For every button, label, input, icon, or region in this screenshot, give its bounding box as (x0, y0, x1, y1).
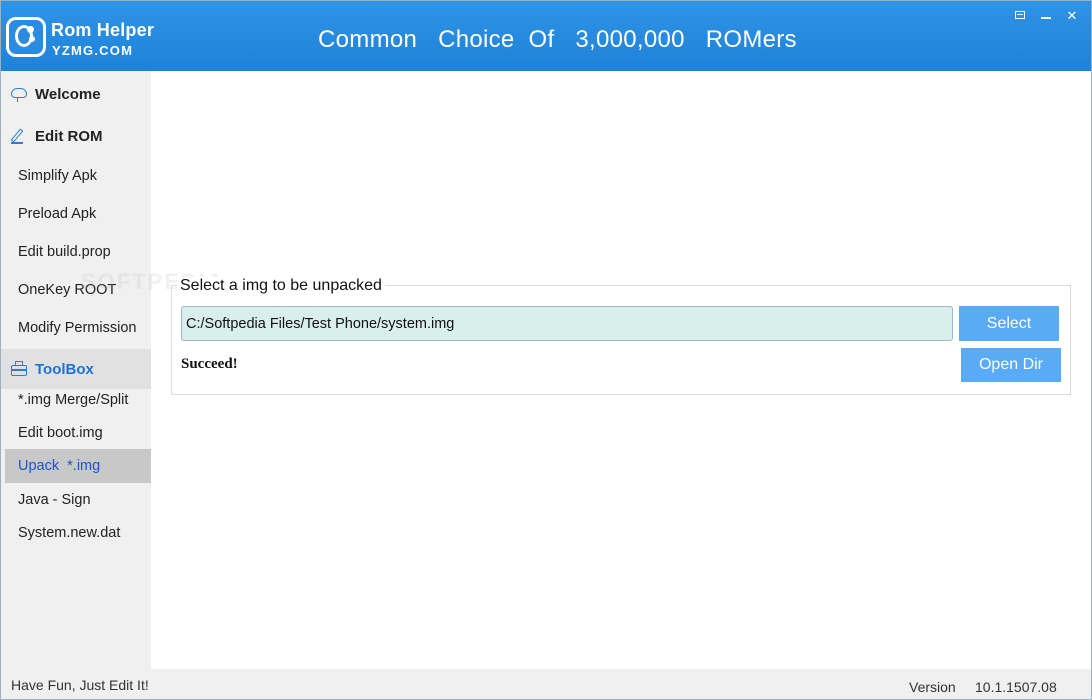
sidebar: Welcome Edit ROM Simplify Apk Preload Ap… (1, 71, 151, 669)
sidebar-item-java-sign[interactable]: Java - Sign (5, 483, 151, 517)
img-path-input[interactable] (181, 306, 953, 341)
status-text: Succeed! (181, 356, 238, 372)
sidebar-item-edit-boot-img[interactable]: Edit boot.img (5, 416, 151, 450)
sidebar-item-unpack-img[interactable]: Upack *.img (5, 449, 151, 483)
select-button[interactable]: Select (959, 306, 1059, 341)
sidebar-item-img-merge-split[interactable]: *.img Merge/Split (5, 383, 151, 417)
toolbox-icon (11, 361, 29, 377)
sidebar-item-edit-build-prop[interactable]: Edit build.prop (5, 235, 151, 269)
open-dir-button[interactable]: Open Dir (961, 348, 1061, 382)
app-name: Rom Helper (51, 20, 155, 40)
window-controls: ✕ (1009, 7, 1083, 23)
header-slogan: Common Choice Of 3,000,000 ROMers (318, 26, 797, 53)
header-bar[interactable]: Rom Helper YZMG.COM Common Choice Of 3,0… (1, 1, 1091, 71)
status-bar: Have Fun, Just Edit It! Version 10.1.150… (1, 669, 1091, 699)
app-window: Rom Helper YZMG.COM Common Choice Of 3,0… (0, 0, 1092, 700)
version-value: 10.1.1507.08 (975, 679, 1057, 695)
pencil-icon (10, 128, 29, 144)
version-label: Version (909, 679, 956, 695)
minimize-icon[interactable] (1035, 7, 1057, 23)
sidebar-section-label: Welcome (35, 85, 101, 103)
app-logo-icon (6, 17, 46, 57)
sidebar-section-label: ToolBox (35, 360, 94, 378)
sidebar-item-simplify-apk[interactable]: Simplify Apk (5, 159, 151, 193)
settings-icon[interactable] (1009, 7, 1031, 23)
footer-tagline: Have Fun, Just Edit It! (11, 677, 149, 693)
sidebar-section-label: Edit ROM (35, 127, 103, 145)
close-icon[interactable]: ✕ (1061, 7, 1083, 23)
sidebar-item-system-new-dat[interactable]: System.new.dat (5, 516, 151, 550)
cloud-icon (11, 86, 29, 102)
group-title: Select a img to be unpacked (177, 277, 385, 295)
sidebar-section-edit-rom[interactable]: Edit ROM (1, 116, 151, 156)
sidebar-item-onekey-root[interactable]: OneKey ROOT (5, 273, 151, 307)
app-site: YZMG.COM (52, 43, 134, 58)
sidebar-item-preload-apk[interactable]: Preload Apk (5, 197, 151, 231)
sidebar-section-welcome[interactable]: Welcome (1, 74, 151, 114)
sidebar-item-modify-permission[interactable]: Modify Permission (5, 311, 151, 345)
